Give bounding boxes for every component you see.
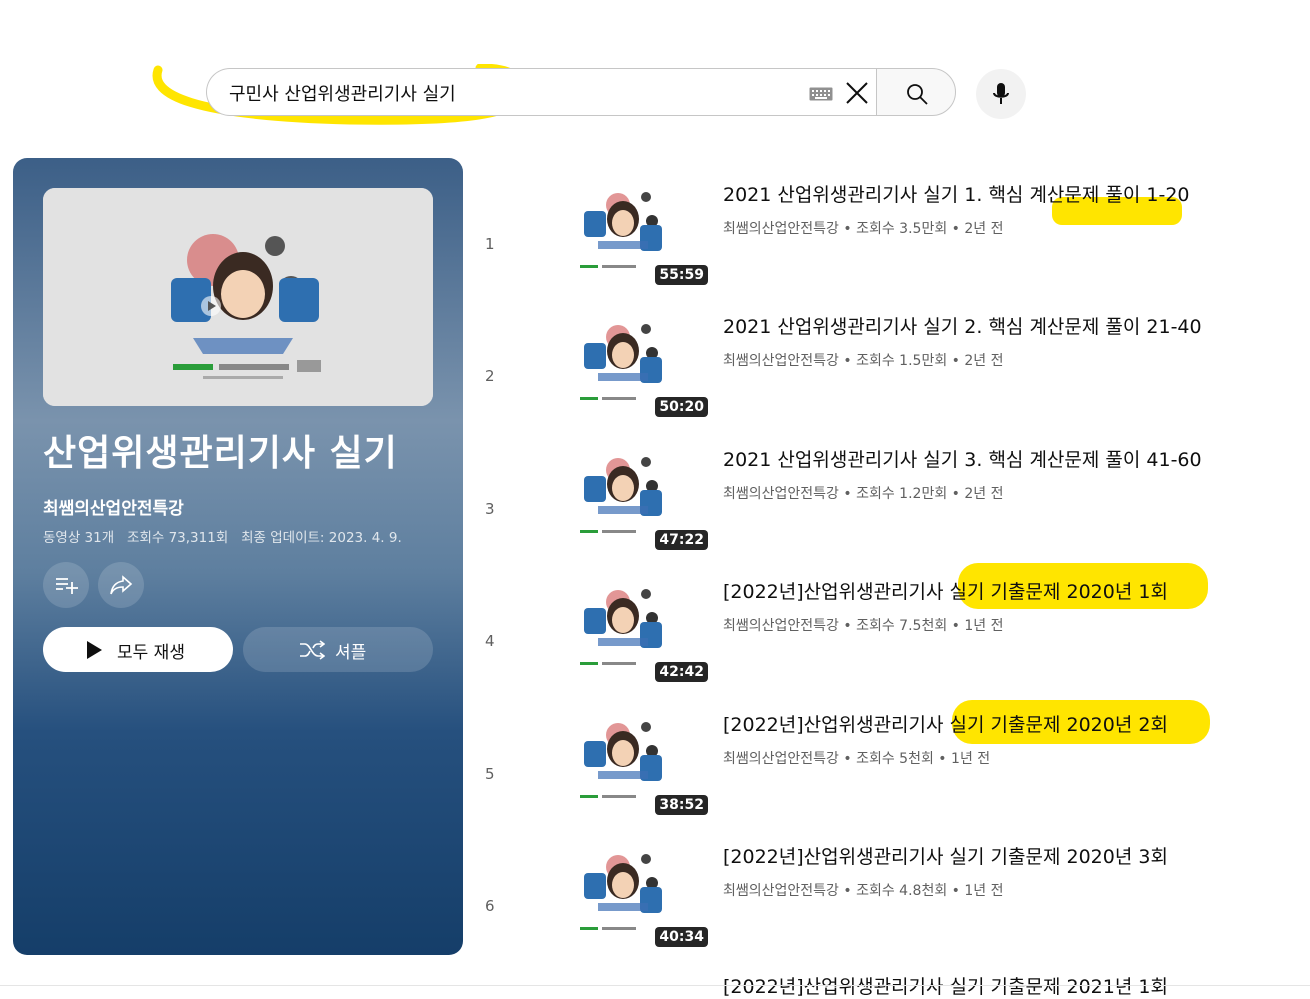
video-age: 2년 전 — [964, 221, 1004, 237]
shuffle-label: 셔플 — [335, 643, 367, 663]
share-icon — [110, 575, 133, 595]
video-channel[interactable]: 최쌤의산업안전특강 — [723, 486, 839, 502]
play-all-label: 모두 재생 — [117, 643, 185, 663]
playlist-thumbnail[interactable] — [43, 188, 433, 406]
playlist-header-panel: 산업위생관리기사 실기 최쌤의산업안전특강 동영상 31개 조회수 73,311… — [13, 158, 463, 955]
video-channel[interactable]: 최쌤의산업안전특강 — [723, 751, 839, 767]
playlist-add-icon — [56, 578, 78, 594]
video-thumbnail[interactable]: 40:34 — [578, 837, 708, 947]
clear-search-icon[interactable] — [841, 77, 873, 109]
page-bottom-divider — [0, 985, 1310, 986]
share-playlist-button[interactable] — [98, 562, 144, 608]
search-input[interactable] — [227, 69, 791, 117]
video-duration: 38:52 — [655, 795, 708, 815]
playlist-video-row[interactable]: 5 38:52 [2022년]산업위생관리기사 실기 기출문제 2020년 2회… — [470, 705, 1290, 825]
play-icon — [87, 641, 102, 659]
video-thumbnail[interactable]: 42:42 — [578, 572, 708, 682]
playlist-video-row[interactable]: 6 40:34 [2022년]산업위생관리기사 실기 기출문제 2020년 3회… — [470, 837, 1290, 957]
video-duration: 55:59 — [655, 265, 708, 285]
shuffle-icon — [300, 640, 325, 660]
video-title[interactable]: 2021 산업위생관리기사 실기 2. 핵심 계산문제 풀이 21-40 — [723, 312, 1202, 339]
playlist-thumbnail-image — [43, 188, 433, 406]
video-index: 4 — [485, 632, 495, 650]
playlist-video-row[interactable]: 1 55:59 2021 산업위생관리기사 실기 1. 핵심 계산문제 풀이 1… — [470, 175, 1290, 295]
playlist-title: 산업위생관리기사 실기 — [43, 433, 398, 474]
keyboard-icon[interactable] — [809, 87, 833, 101]
video-metadata: 최쌤의산업안전특강 • 조회수 7.5천회 • 1년 전 — [723, 618, 1004, 634]
video-index: 5 — [485, 765, 495, 783]
video-title[interactable]: 2021 산업위생관리기사 실기 1. 핵심 계산문제 풀이 1-20 — [723, 180, 1190, 207]
playlist-updated: 최종 업데이트: 2023. 4. 9. — [241, 530, 402, 546]
video-views: 조회수 4.8천회 — [856, 883, 948, 899]
video-thumbnail[interactable]: 47:22 — [578, 440, 708, 550]
video-views: 조회수 1.2만회 — [856, 486, 948, 502]
video-channel[interactable]: 최쌤의산업안전특강 — [723, 618, 839, 634]
video-index: 6 — [485, 897, 495, 915]
shuffle-button[interactable]: 셔플 — [243, 627, 433, 672]
video-views: 조회수 3.5만회 — [856, 221, 948, 237]
search-bar — [206, 68, 956, 118]
video-metadata: 최쌤의산업안전특강 • 조회수 1.5만회 • 2년 전 — [723, 353, 1004, 369]
playlist-video-count: 동영상 31개 — [43, 530, 115, 546]
video-index: 3 — [485, 500, 495, 518]
playlist-stats: 동영상 31개 조회수 73,311회 최종 업데이트: 2023. 4. 9. — [43, 526, 402, 546]
video-age: 1년 전 — [964, 883, 1004, 899]
video-metadata: 최쌤의산업안전특강 • 조회수 1.2만회 • 2년 전 — [723, 486, 1004, 502]
video-duration: 47:22 — [655, 530, 708, 550]
video-title[interactable]: 2021 산업위생관리기사 실기 3. 핵심 계산문제 풀이 41-60 — [723, 445, 1202, 472]
video-duration: 50:20 — [655, 397, 708, 417]
video-duration: 42:42 — [655, 662, 708, 682]
video-title[interactable]: [2022년]산업위생관리기사 실기 기출문제 2020년 1회 — [723, 577, 1168, 604]
video-duration: 40:34 — [655, 927, 708, 947]
search-icon — [907, 84, 928, 105]
video-age: 2년 전 — [964, 353, 1004, 369]
video-age: 1년 전 — [964, 618, 1004, 634]
video-age: 2년 전 — [964, 486, 1004, 502]
playlist-views: 조회수 73,311회 — [127, 530, 229, 546]
video-title[interactable]: [2022년]산업위생관리기사 실기 기출문제 2020년 2회 — [723, 710, 1168, 737]
playlist-channel-name[interactable]: 최쌤의산업안전특강 — [43, 494, 184, 519]
video-index: 1 — [485, 235, 495, 253]
video-title[interactable]: [2022년]산업위생관리기사 실기 기출문제 2020년 3회 — [723, 842, 1168, 869]
video-views: 조회수 5천회 — [856, 751, 934, 767]
video-views: 조회수 7.5천회 — [856, 618, 948, 634]
search-button[interactable] — [876, 68, 956, 116]
playlist-video-row[interactable]: 2 50:20 2021 산업위생관리기사 실기 2. 핵심 계산문제 풀이 2… — [470, 307, 1290, 427]
video-channel[interactable]: 최쌤의산업안전특강 — [723, 221, 839, 237]
video-channel[interactable]: 최쌤의산업안전특강 — [723, 883, 839, 899]
microphone-icon — [993, 83, 1009, 104]
playlist-video-row[interactable]: 3 47:22 2021 산업위생관리기사 실기 3. 핵심 계산문제 풀이 4… — [470, 440, 1290, 560]
search-box — [206, 68, 876, 117]
video-channel[interactable]: 최쌤의산업안전특강 — [723, 353, 839, 369]
video-index: 2 — [485, 367, 495, 385]
playlist-video-row[interactable]: 4 42:42 [2022년]산업위생관리기사 실기 기출문제 2020년 1회… — [470, 572, 1290, 692]
video-thumbnail[interactable]: 38:52 — [578, 705, 708, 815]
play-all-button[interactable]: 모두 재생 — [43, 627, 233, 672]
video-metadata: 최쌤의산업안전특강 • 조회수 5천회 • 1년 전 — [723, 751, 991, 767]
save-playlist-button[interactable] — [43, 562, 89, 608]
video-views: 조회수 1.5만회 — [856, 353, 948, 369]
video-thumbnail[interactable]: 50:20 — [578, 307, 708, 417]
video-metadata: 최쌤의산업안전특강 • 조회수 4.8천회 • 1년 전 — [723, 883, 1004, 899]
voice-search-button[interactable] — [976, 69, 1026, 119]
video-age: 1년 전 — [951, 751, 991, 767]
video-thumbnail[interactable]: 55:59 — [578, 175, 708, 285]
video-metadata: 최쌤의산업안전특강 • 조회수 3.5만회 • 2년 전 — [723, 221, 1004, 237]
